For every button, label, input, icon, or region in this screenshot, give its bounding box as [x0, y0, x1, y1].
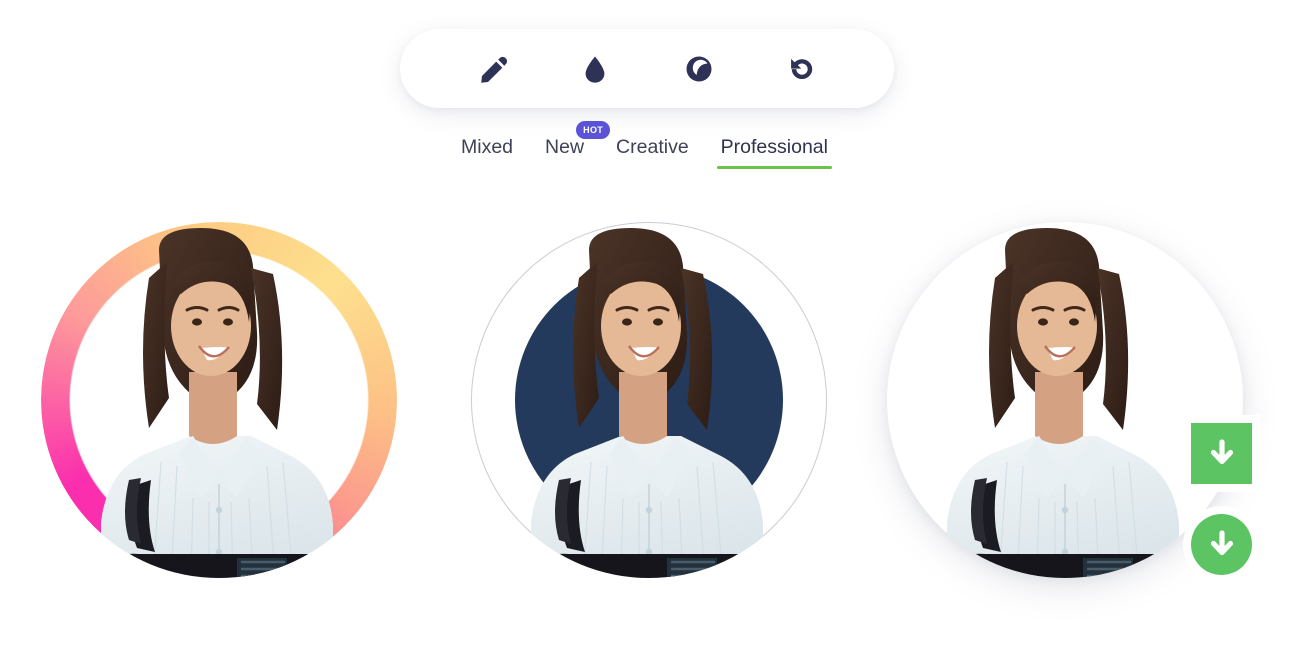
download-square-button[interactable] — [1183, 415, 1260, 492]
tab-label: Professional — [720, 136, 828, 158]
navy-blob-background — [515, 266, 783, 534]
tab-creative[interactable]: Creative — [612, 136, 693, 169]
retouch-tool-button[interactable] — [469, 46, 515, 92]
brightness-tool-button[interactable] — [676, 46, 722, 92]
tab-new[interactable]: New HOT — [541, 121, 611, 169]
tab-professional[interactable]: Professional — [716, 136, 833, 169]
reset-tool-button[interactable] — [779, 46, 825, 92]
style-tabs: Mixed New HOT Creative Professional — [0, 121, 1289, 169]
tab-label: Creative — [616, 136, 689, 158]
pencil-icon — [476, 53, 508, 85]
result-card-gradient-ring[interactable] — [41, 222, 397, 578]
download-arrow-icon — [1191, 514, 1252, 575]
gradient-ring-background — [41, 222, 397, 578]
tab-label: Mixed — [461, 136, 514, 158]
download-arrow-icon — [1191, 423, 1252, 484]
download-circle-button[interactable] — [1183, 506, 1260, 583]
result-cards — [0, 215, 1289, 615]
hot-badge: HOT — [576, 121, 611, 139]
moon-contrast-icon — [683, 53, 715, 85]
tab-mixed[interactable]: Mixed — [457, 136, 517, 169]
blur-tool-button[interactable] — [572, 46, 618, 92]
tab-label: New — [545, 136, 585, 158]
droplet-icon — [579, 53, 611, 85]
rotate-ccw-icon — [786, 53, 818, 85]
image-editor-toolbar — [400, 29, 894, 108]
result-card-navy-circle[interactable] — [471, 222, 827, 578]
